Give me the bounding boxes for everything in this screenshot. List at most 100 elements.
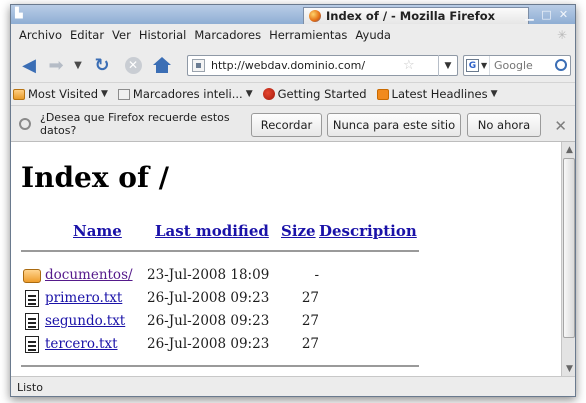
home-button[interactable] [151,55,173,75]
close-icon[interactable]: ✕ [554,117,567,135]
text-file-icon [25,312,39,330]
forward-button[interactable]: ➡ [45,54,67,76]
key-icon [19,118,31,130]
forward-arrow-icon: ➡ [48,54,64,76]
header-divider [21,250,419,252]
status-text: Listo [17,380,43,394]
scrollbar-thumb[interactable] [563,158,575,338]
bookmark-label: Getting Started [277,87,367,101]
stop-button[interactable]: ✕ [123,55,143,75]
smart-folder-icon [117,88,130,100]
file-modified: 26-Jul-2008 09:23 [147,290,270,306]
minimize-icon[interactable]: ▁ [522,7,537,21]
window-title-tab: Index of / - Mozilla Firefox [303,7,529,24]
window-controls: ▁ □ ✕ [522,7,571,21]
table-row: tercero.txt [23,334,118,354]
status-bar: Listo [11,376,575,396]
url-bar[interactable]: ☆ ▼ [187,55,458,76]
menu-bar: Archivo Editar Ver Historial Marcadores … [11,24,575,46]
chevron-down-icon: ▼ [490,89,498,99]
bookmark-smart-bookmarks[interactable]: Marcadores inteli... ▼ [117,87,253,101]
table-row: documentos/ [23,265,133,285]
firefox-window: ▙ Index of / - Mozilla Firefox ▁ □ ✕ Arc… [10,4,576,397]
table-row: primero.txt [23,288,122,308]
file-size: 27 [301,290,319,306]
history-dropdown-button[interactable]: ▼ [71,55,85,75]
chevron-down-icon: ▼ [481,61,488,70]
menu-marcadores[interactable]: Marcadores [190,28,265,42]
never-for-site-button[interactable]: Nunca para este sitio [327,113,461,137]
file-link[interactable]: tercero.txt [45,336,118,352]
bookmark-latest-headlines[interactable]: Latest Headlines ▼ [376,87,498,101]
text-file-icon [25,335,39,353]
rss-icon [376,88,389,100]
page-content: Index of / Name Last modified Size Descr… [11,142,561,376]
text-file-icon [25,289,39,307]
search-icon[interactable] [555,59,567,71]
chevron-down-icon: ▼ [245,89,253,99]
file-size: 27 [301,336,319,352]
reload-button[interactable]: ↻ [91,54,113,76]
file-link[interactable]: primero.txt [45,290,122,306]
chevron-down-icon: ▼ [101,89,108,99]
navigation-toolbar: ◀ ➡ ▼ ↻ ✕ ☆ ▼ G ▼ [11,46,575,83]
bookmark-star-icon[interactable]: ☆ [403,58,415,73]
firefox-logo-icon [309,10,321,22]
file-modified: 26-Jul-2008 09:23 [147,313,270,329]
remember-button[interactable]: Recordar [251,113,322,137]
site-identity-icon[interactable] [192,59,205,72]
menu-herramientas[interactable]: Herramientas [265,28,351,42]
table-row: segundo.txt [23,311,125,331]
page-title: Index of / [21,161,169,194]
bookmark-label: Marcadores inteli... [132,87,243,101]
bookmark-label: Latest Headlines [391,87,488,101]
search-engine-selector[interactable]: G ▼ [464,56,490,75]
menu-ver[interactable]: Ver [108,28,135,42]
folder-icon [13,88,25,100]
file-link[interactable]: documentos/ [45,267,133,283]
column-header-description[interactable]: Description [319,222,417,240]
back-button[interactable]: ◀ [17,54,41,76]
title-bar[interactable]: ▙ Index of / - Mozilla Firefox ▁ □ ✕ [11,5,575,24]
bookmark-getting-started[interactable]: Getting Started [262,87,367,101]
throbber-icon: ✳ [556,28,567,42]
bookmark-most-visited[interactable]: Most Visited ▼ [13,87,108,101]
file-size: - [314,267,319,283]
file-link[interactable]: segundo.txt [45,313,125,329]
close-icon[interactable]: ✕ [556,7,571,21]
column-header-size[interactable]: Size [281,222,316,240]
reload-icon: ↻ [94,54,110,76]
menu-archivo[interactable]: Archivo [15,28,66,42]
search-input[interactable] [494,59,544,72]
folder-icon [23,269,41,283]
password-notification-bar: ¿Desea que Firefox recuerde estos datos?… [11,105,575,142]
file-modified: 26-Jul-2008 09:23 [147,336,270,352]
password-prompt-message: ¿Desea que Firefox recuerde estos datos? [40,111,230,137]
column-header-name[interactable]: Name [73,222,122,240]
bookmark-label: Most Visited [28,87,98,101]
search-bar[interactable]: G ▼ [463,55,571,76]
vertical-scrollbar[interactable]: ▲ ▼ [561,142,575,376]
scroll-down-icon[interactable]: ▼ [562,361,575,376]
menu-editar[interactable]: Editar [66,28,108,42]
maximize-icon[interactable]: □ [539,7,554,21]
google-engine-icon: G [466,59,479,72]
menu-ayuda[interactable]: Ayuda [351,28,395,42]
url-history-dropdown[interactable]: ▼ [438,55,457,76]
file-modified: 23-Jul-2008 18:09 [147,267,270,283]
file-size: 27 [301,313,319,329]
back-arrow-icon: ◀ [22,54,36,76]
footer-divider [21,365,419,367]
stop-icon: ✕ [124,56,142,74]
chevron-down-icon: ▼ [74,59,82,71]
menu-historial[interactable]: Historial [135,28,191,42]
url-input[interactable] [211,59,401,72]
window-menu-icon[interactable]: ▙ [15,8,29,20]
column-header-last-modified[interactable]: Last modified [155,222,269,240]
scroll-up-icon[interactable]: ▲ [562,142,575,157]
getting-started-icon [262,88,275,100]
home-icon [153,57,171,73]
not-now-button[interactable]: No ahora [467,113,541,137]
bookmarks-toolbar: Most Visited ▼ Marcadores inteli... ▼ Ge… [11,83,575,105]
window-title: Index of / - Mozilla Firefox [326,9,496,23]
